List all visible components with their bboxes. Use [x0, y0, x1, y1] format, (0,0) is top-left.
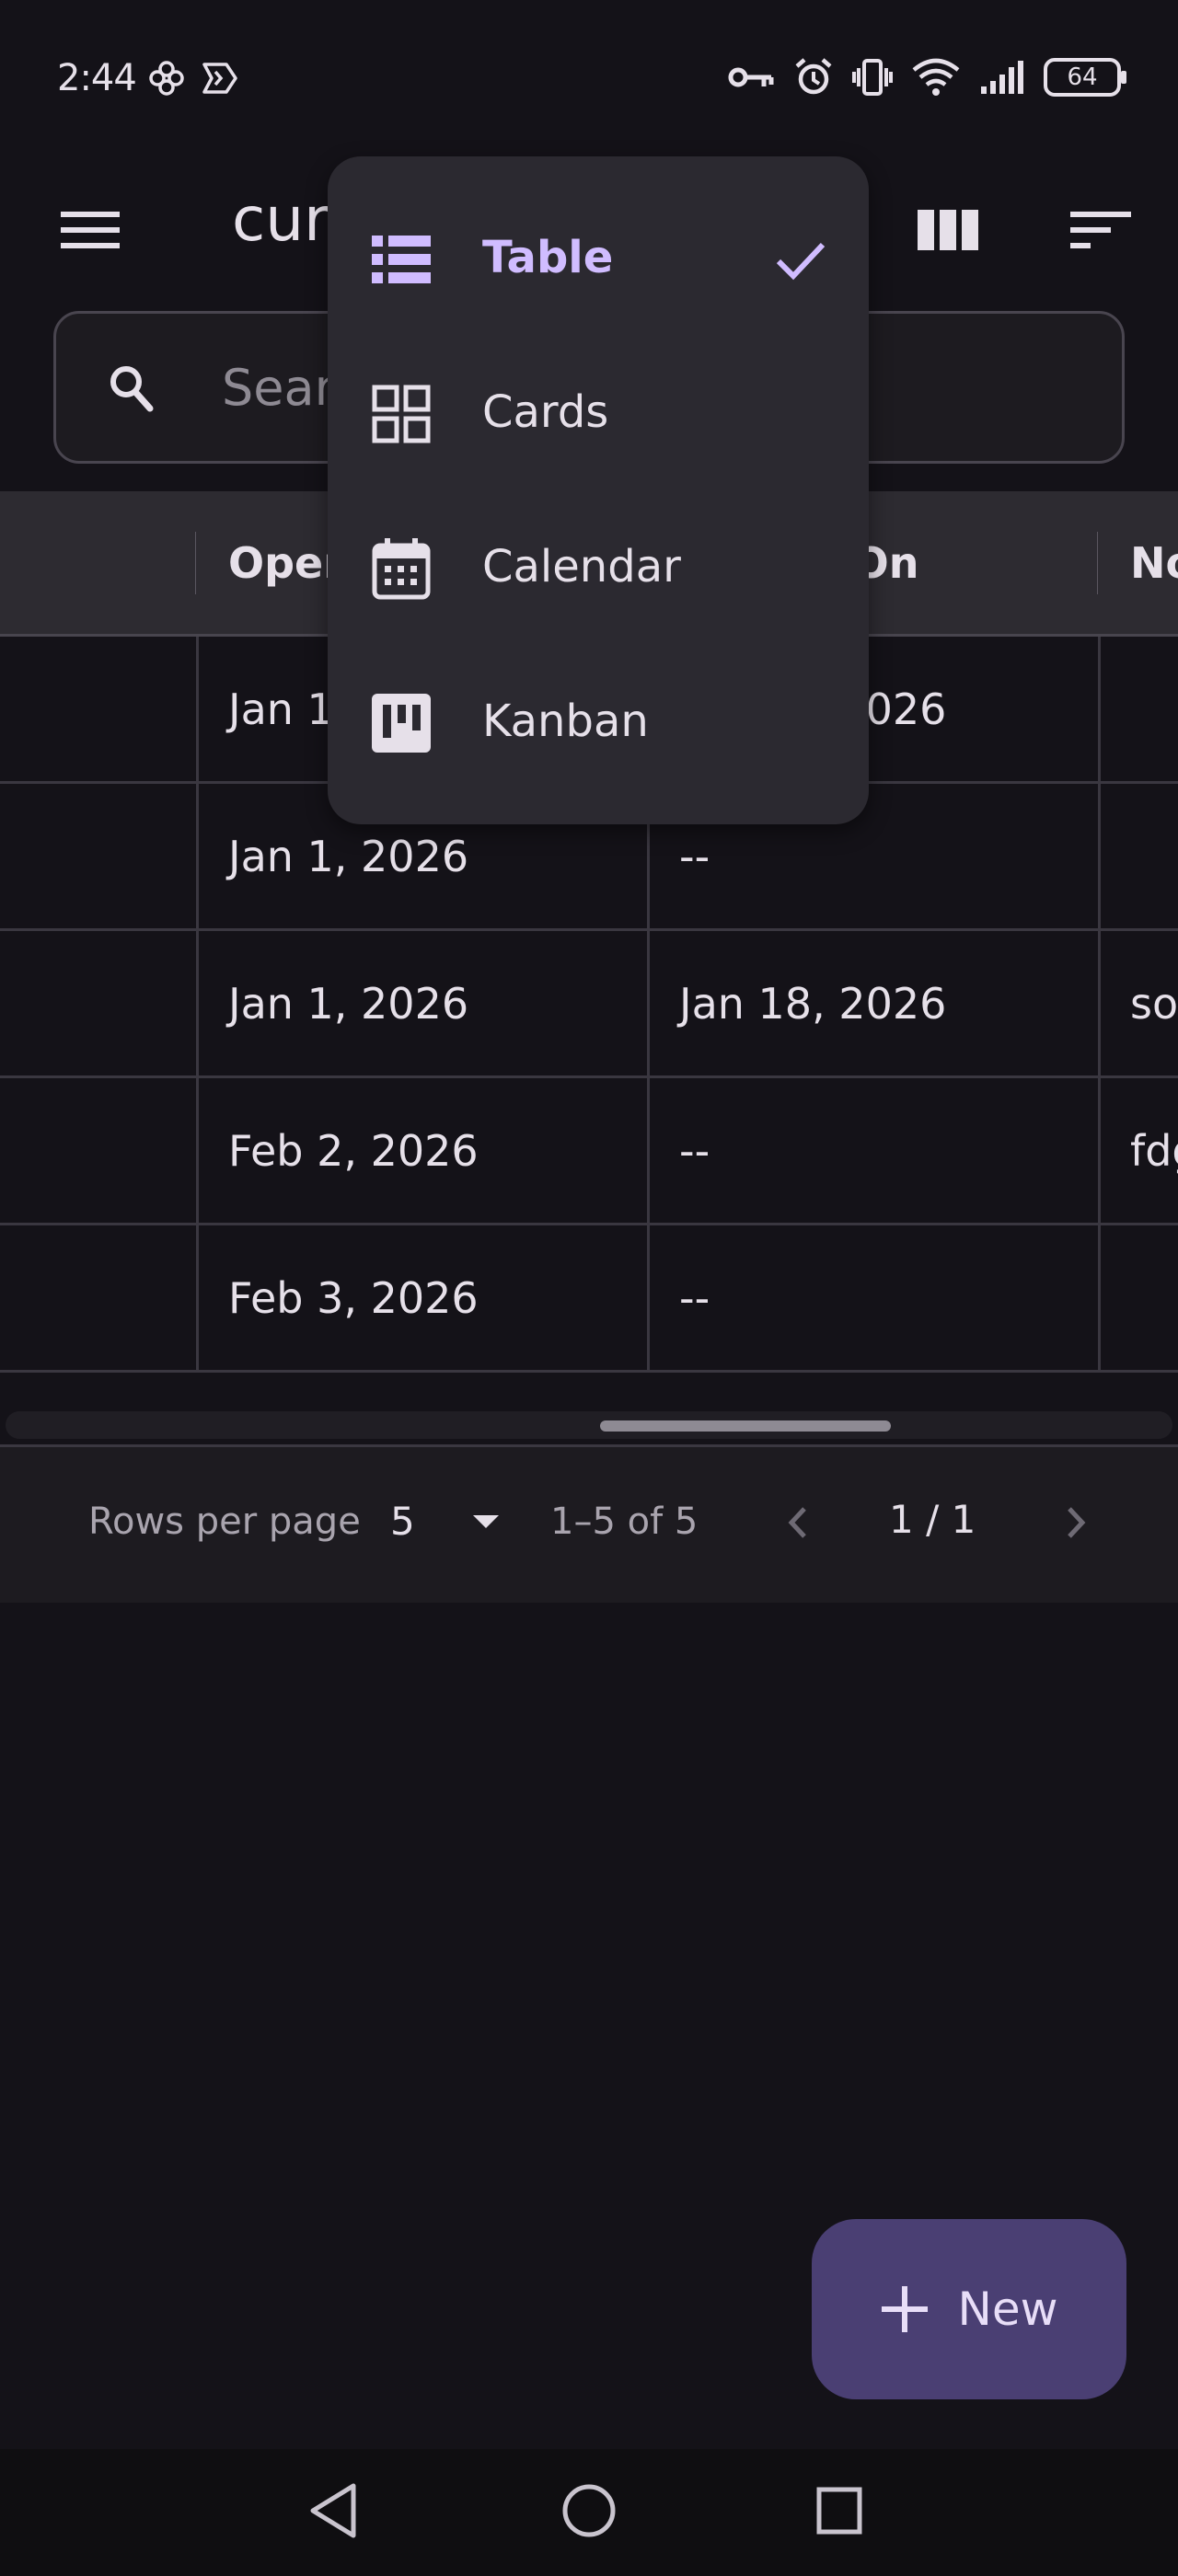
- menu-item-cards[interactable]: Cards: [328, 337, 869, 491]
- status-system-icons: 64: [727, 57, 1126, 98]
- menu-item-label: Calendar: [482, 541, 681, 592]
- next-page-button[interactable]: [1049, 1495, 1104, 1550]
- new-button-label: New: [957, 2283, 1058, 2336]
- columns-button[interactable]: [911, 193, 985, 267]
- alarm-icon: [795, 58, 832, 95]
- grid-icon: [372, 385, 431, 443]
- horizontal-scrollbar-track[interactable]: [6, 1411, 1172, 1439]
- kanban-icon: [372, 694, 431, 753]
- search-icon: [110, 366, 154, 412]
- table-cell: 999: [0, 931, 199, 1075]
- table-cell: fdg: [1101, 1078, 1178, 1223]
- table-cell: so: [1101, 931, 1178, 1075]
- menu-item-kanban[interactable]: Kanban: [328, 646, 869, 800]
- bixby-icon: [202, 63, 237, 94]
- horizontal-scrollbar-thumb[interactable]: [600, 1420, 891, 1432]
- vpn-key-icon: [728, 67, 774, 87]
- page-range-label: 1–5 of 5: [550, 1501, 699, 1543]
- previous-page-button[interactable]: [769, 1495, 825, 1550]
- table-cell: Feb 2, 2026: [199, 1078, 650, 1223]
- recents-square-icon: [816, 2487, 862, 2535]
- column-header-notes[interactable]: Notes: [1101, 491, 1178, 634]
- table-cell: [1101, 1225, 1178, 1370]
- vibrate-icon: [852, 59, 893, 96]
- wifi-icon: [912, 58, 960, 96]
- table-cell: [1101, 784, 1178, 928]
- table-cell: s: [0, 1225, 199, 1370]
- rows-per-page-value[interactable]: 5: [390, 1499, 415, 1544]
- table-cell: Feb 3, 2026: [199, 1225, 650, 1370]
- signal-icon: [981, 61, 1023, 94]
- view-mode-menu: Table Cards Calendar Kanban: [328, 156, 869, 824]
- rows-per-page-dropdown[interactable]: [464, 1501, 508, 1545]
- table-cell: [0, 637, 199, 781]
- table-cell: [1101, 637, 1178, 781]
- menu-item-label: Table: [482, 232, 614, 283]
- table-cell: [0, 784, 199, 928]
- table-cell: --: [650, 1225, 1101, 1370]
- menu-item-calendar[interactable]: Calendar: [328, 491, 869, 646]
- pagination-bar: Rows per page 5 1–5 of 5 1 / 1: [0, 1444, 1178, 1603]
- menu-icon: [61, 212, 120, 248]
- chevron-right-icon: [1068, 1507, 1086, 1538]
- rows-per-page-label: Rows per page: [88, 1501, 361, 1543]
- system-navigation-bar: [0, 2449, 1178, 2576]
- status-time: 2:44: [57, 57, 137, 99]
- status-bar: 2:44 64: [0, 0, 1178, 156]
- back-triangle-icon: [310, 2483, 356, 2538]
- menu-item-table[interactable]: Table: [328, 182, 869, 337]
- back-button[interactable]: [306, 2480, 361, 2545]
- status-notification-icons: [147, 59, 241, 98]
- table-icon: [372, 230, 431, 289]
- menu-item-label: Kanban: [482, 696, 649, 747]
- recents-button[interactable]: [812, 2480, 867, 2545]
- columns-icon: [918, 210, 978, 250]
- battery-icon: 64: [1044, 58, 1126, 97]
- chevron-left-icon: [788, 1507, 806, 1538]
- table-row[interactable]: 345 Feb 2, 2026 -- fdg: [0, 1078, 1178, 1225]
- sort-button[interactable]: [1064, 193, 1138, 267]
- menu-button[interactable]: [53, 193, 127, 267]
- new-record-button[interactable]: New: [812, 2219, 1126, 2399]
- home-circle-icon: [562, 2484, 616, 2537]
- menu-item-label: Cards: [482, 386, 609, 438]
- column-header[interactable]: [0, 491, 199, 634]
- calendar-icon: [372, 538, 431, 600]
- table-cell: 345: [0, 1078, 199, 1223]
- table-cell: Jan 18, 2026: [650, 931, 1101, 1075]
- home-button[interactable]: [560, 2480, 618, 2545]
- sort-icon: [1070, 212, 1131, 248]
- page-title: cur: [232, 184, 329, 255]
- checkmark-icon: [776, 242, 826, 281]
- plus-icon: [882, 2286, 929, 2332]
- battery-level: 64: [1067, 63, 1098, 91]
- table-row[interactable]: 999 Jan 1, 2026 Jan 18, 2026 so: [0, 931, 1178, 1078]
- table-cell: --: [650, 1078, 1101, 1223]
- table-row[interactable]: s Feb 3, 2026 --: [0, 1225, 1178, 1373]
- table-cell: Jan 1, 2026: [199, 931, 650, 1075]
- page-indicator: 1 / 1: [889, 1497, 976, 1542]
- flower-icon: [149, 61, 184, 96]
- caret-down-icon: [473, 1515, 499, 1528]
